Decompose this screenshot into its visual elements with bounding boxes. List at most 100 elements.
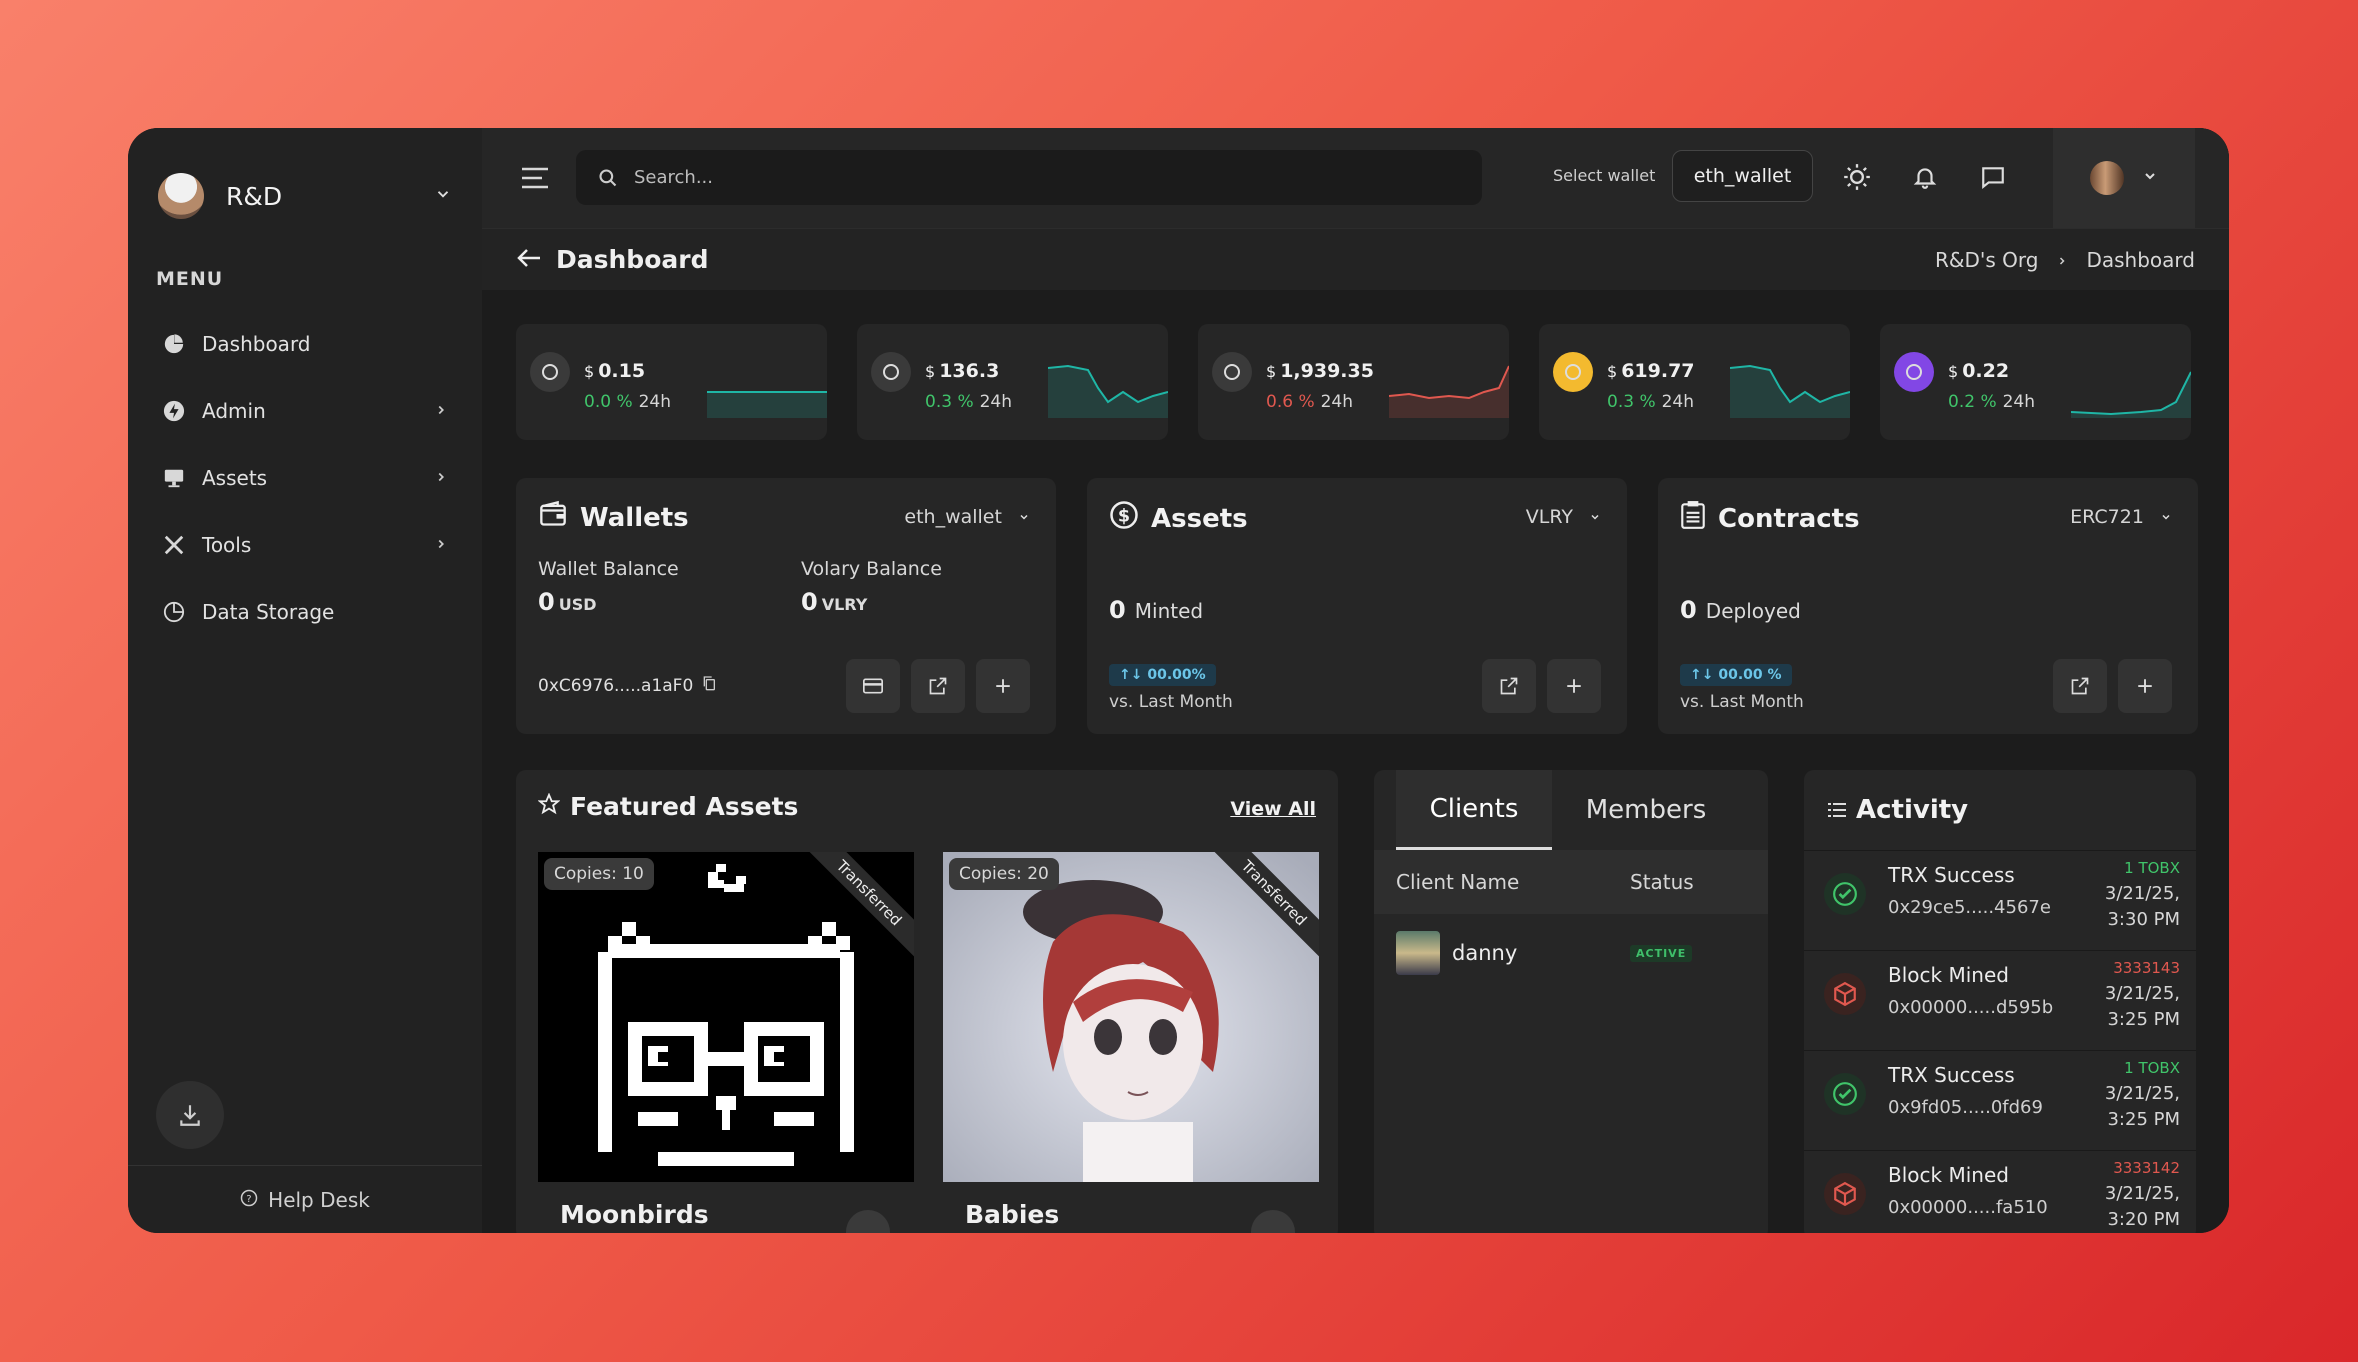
chat-icon[interactable] — [1976, 160, 2010, 194]
sidebar-item-admin[interactable]: Admin — [128, 377, 482, 444]
wallet-address: 0xC6976.....a1aF0 — [538, 674, 717, 697]
chevron-down-icon — [2162, 514, 2170, 520]
wallet-icon — [538, 500, 568, 535]
sparkline-area — [1048, 366, 1168, 418]
download-button[interactable] — [156, 1081, 224, 1149]
contracts-dropdown[interactable]: ERC721 — [2070, 506, 2172, 528]
activity-panel: Activity TRX Success 0x29ce5.....4567e 1… — [1804, 770, 2196, 1233]
cube-icon — [1824, 973, 1866, 1015]
add-button[interactable] — [2118, 659, 2172, 713]
chevron-down-icon — [1591, 514, 1599, 520]
bell-icon[interactable] — [1908, 160, 1942, 194]
activity-item[interactable]: Block Mined 0x00000.....d595b 3333143 3/… — [1804, 950, 2196, 1050]
ticker-card[interactable]: $619.77 0.3 % 24h — [1539, 324, 1850, 440]
tab-members[interactable]: Members — [1552, 770, 1740, 850]
external-link-icon — [1500, 677, 1518, 695]
download-icon — [180, 1105, 200, 1126]
external-link-button[interactable] — [1482, 659, 1536, 713]
wallet-select[interactable]: eth_wallet — [1672, 150, 1813, 202]
ticker-card[interactable]: $1,939.35 0.6 % 24h — [1198, 324, 1509, 440]
ticker-card[interactable]: $0.15 0.0 % 24h — [516, 324, 827, 440]
activity-hash: 0x00000.....d595b — [1888, 997, 2054, 1018]
status-badge: ACTIVE — [1630, 944, 1693, 962]
sidebar-item-data-storage[interactable]: Data Storage — [128, 578, 482, 645]
card-button[interactable] — [846, 659, 900, 713]
sparkline-area — [2071, 372, 2191, 418]
ticker-card[interactable]: $136.3 0.3 % 24h — [857, 324, 1168, 440]
change-value: 00.00% — [1147, 667, 1206, 683]
ethereum-icon — [1212, 352, 1252, 392]
activity-time: 3/21/25, 3:30 PM — [2104, 883, 2180, 930]
period-label: 24h — [2002, 392, 2035, 412]
volary-balance-value: 0 — [801, 588, 818, 616]
profile-menu[interactable] — [2053, 128, 2195, 228]
breadcrumb-org[interactable]: R&D's Org — [1935, 248, 2038, 272]
breadcrumb: R&D's Org Dashboard — [1935, 248, 2195, 272]
svg-text:$: $ — [1118, 506, 1130, 526]
sun-icon[interactable] — [1840, 160, 1874, 194]
breadcrumb-current: Dashboard — [2086, 247, 2195, 272]
tab-clients[interactable]: Clients — [1396, 770, 1552, 850]
period-label: 24h — [638, 392, 671, 412]
tab-bar: Clients Members — [1374, 770, 1768, 850]
svg-text:?: ? — [247, 1193, 252, 1204]
sidebar-item-assets[interactable]: Assets — [128, 444, 482, 511]
activity-amount: 3333142 — [2113, 1159, 2180, 1177]
nft-card-moonbirds[interactable]: Copies: 10 Transferred — [538, 852, 914, 1182]
volary-balance: Volary Balance 0 VLRY — [801, 558, 942, 616]
bnb-icon — [1553, 352, 1593, 392]
activity-time: 3/21/25, 3:25 PM — [2104, 1083, 2180, 1130]
assets-dropdown[interactable]: VLRY — [1526, 506, 1601, 528]
nft-card-babies[interactable]: Copies: 20 Transferred — [943, 852, 1319, 1182]
ticker-price: $136.3 — [925, 360, 999, 382]
copies-badge: Copies: 20 — [949, 858, 1059, 890]
period-label: 24h — [1661, 392, 1694, 412]
add-button[interactable] — [976, 659, 1030, 713]
ticker-change: 0.6 % 24h — [1266, 392, 1353, 412]
clipboard-icon — [1680, 500, 1706, 537]
add-button[interactable] — [1547, 659, 1601, 713]
card-header: $ Assets — [1109, 500, 1248, 537]
deployed-stat: 0 Deployed — [1680, 596, 1801, 624]
table-row[interactable]: danny ACTIVE — [1374, 914, 1768, 992]
chevron-right-icon — [434, 465, 448, 490]
card-title: Wallets — [580, 502, 689, 533]
currency-symbol: $ — [1266, 362, 1277, 381]
search-input[interactable]: Search... — [576, 150, 1482, 205]
help-desk-link[interactable]: ? Help Desk — [128, 1165, 482, 1233]
price-value: 0.15 — [598, 360, 646, 382]
ticker-change: 0.3 % 24h — [1607, 392, 1694, 412]
wallet-dropdown[interactable]: eth_wallet — [904, 506, 1030, 528]
help-circle-icon: ? — [240, 1188, 258, 1212]
change-badge: ↑↓ 00.00 % — [1680, 664, 1792, 686]
sidebar: R&D MENU Dashboard Admin Assets Tools Da… — [128, 128, 482, 1233]
activity-hash: 0x00000.....fa510 — [1888, 1197, 2048, 1218]
period-label: 24h — [979, 392, 1012, 412]
plus-icon — [2138, 679, 2152, 693]
org-switcher[interactable]: R&D — [128, 128, 482, 264]
sidebar-item-tools[interactable]: Tools — [128, 511, 482, 578]
external-link-button[interactable] — [2053, 659, 2107, 713]
panel-header: Featured Assets — [537, 792, 798, 821]
activity-item[interactable]: Block Mined 0x00000.....fa510 3333142 3/… — [1804, 1150, 2196, 1233]
menu-toggle-icon[interactable] — [520, 166, 550, 194]
assets-card: $ Assets VLRY 0 Minted ↑↓ 00.00% vs. Las… — [1087, 478, 1627, 734]
chain-icon — [846, 1210, 890, 1233]
copy-icon[interactable] — [701, 674, 717, 697]
avatar — [1396, 931, 1440, 975]
vs-label: vs. Last Month — [1680, 692, 1804, 712]
ticker-card[interactable]: $0.22 0.2 % 24h — [1880, 324, 2191, 440]
period-label: 24h — [1320, 392, 1353, 412]
sidebar-item-label: Data Storage — [202, 599, 335, 624]
ticker-change: 0.3 % 24h — [925, 392, 1012, 412]
activity-item[interactable]: TRX Success 0x9fd05.....0fd69 1 TOBX 3/2… — [1804, 1050, 2196, 1150]
sidebar-item-dashboard[interactable]: Dashboard — [128, 310, 482, 377]
external-link-button[interactable] — [911, 659, 965, 713]
view-all-link[interactable]: View All — [1230, 798, 1316, 820]
change-value: 0.0 % — [584, 392, 633, 412]
featured-assets-panel: Featured Assets View All Copies: 10 Tran… — [516, 770, 1338, 1233]
activity-item[interactable]: TRX Success 0x29ce5.....4567e 1 TOBX 3/2… — [1804, 850, 2196, 950]
activity-title: TRX Success — [1888, 863, 2015, 887]
currency-symbol: $ — [1948, 362, 1959, 381]
back-arrow-icon[interactable] — [516, 247, 542, 273]
